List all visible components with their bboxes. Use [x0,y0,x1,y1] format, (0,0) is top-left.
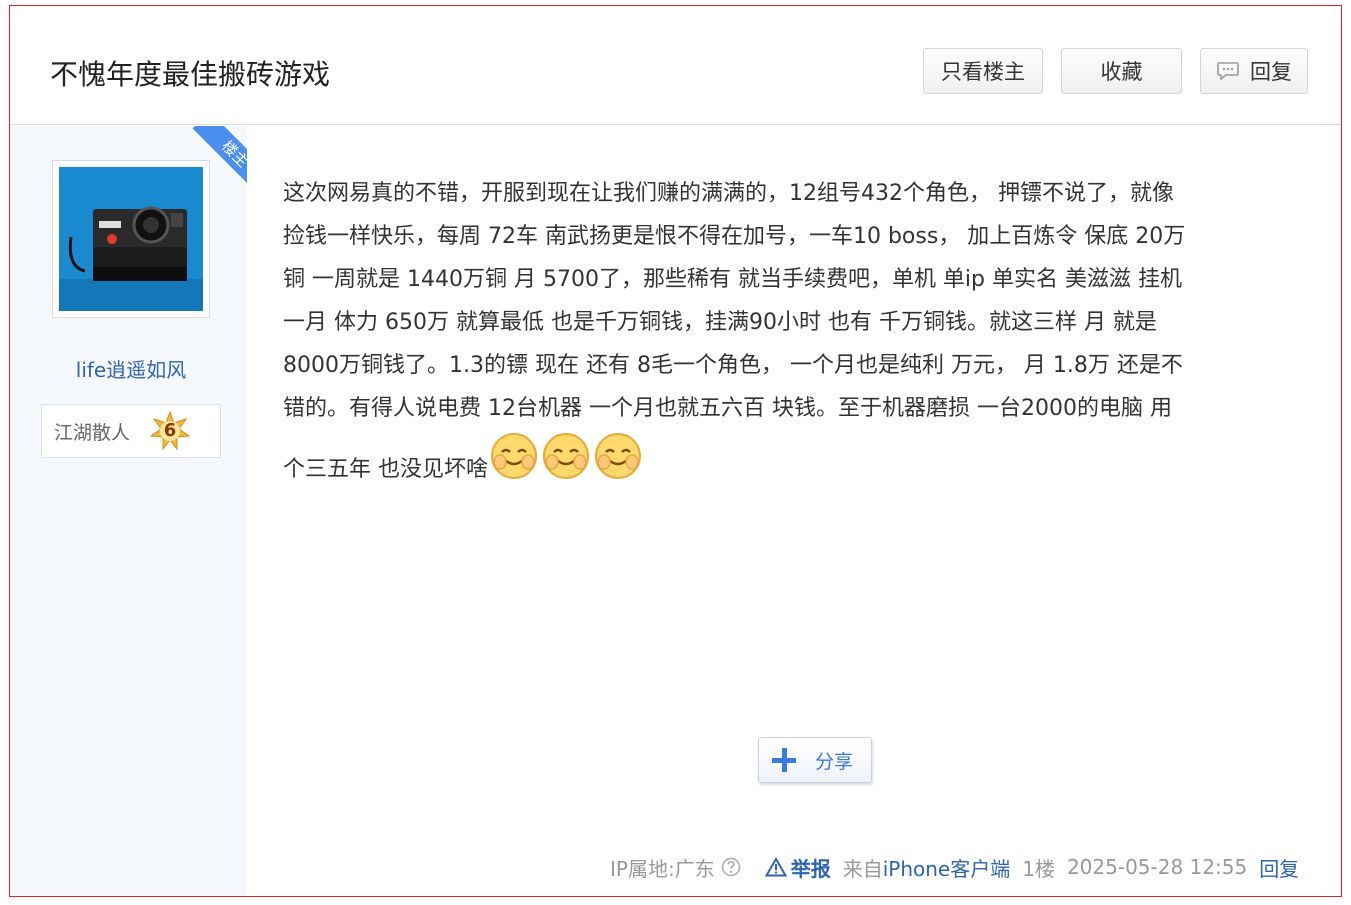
warning-icon[interactable] [764,856,787,877]
plus-icon [771,747,797,773]
reply-button[interactable]: 回复 [1200,48,1308,94]
content-line-last: 个三五年 也没见坏啥 [283,430,1303,502]
favorite-button[interactable]: 收藏 [1061,48,1182,94]
content-line: 8000万铜钱了。1.3的镖 现在 还有 8毛一个角色， 一个月也是纯利 万元，… [283,353,1183,378]
author-rank[interactable]: 江湖散人 6 [41,404,221,458]
content-line: 错的。有得人说电费 12台机器 一个月也就五六百 块钱。至于机器磨损 一台200… [283,396,1172,421]
share-button[interactable]: 分享 [758,737,872,783]
thread-title: 不愧年度最佳搬砖游戏 [50,58,331,91]
content-line: 铜 一周就是 1440万铜 月 5700了，那些稀有 就当手续费吧，单机 单ip… [283,267,1182,292]
client-link[interactable]: iPhone客户端 [883,853,1011,882]
post-frame: 不愧年度最佳搬砖游戏 只看楼主 收藏 回复 楼主 life逍遥如风 江湖散人 6… [9,5,1342,897]
level-number: 6 [163,420,177,441]
post-footer: IP属地:广东 举报 来自 iPhone客户端 1楼 2025-05-28 12… [610,852,1299,882]
ip-location: IP属地:广东 [610,856,715,881]
floor-number: 1楼 [1022,856,1055,881]
camera-avatar-image [59,167,203,311]
only-op-button[interactable]: 只看楼主 [923,48,1043,94]
rank-title: 江湖散人 [54,421,131,444]
author-name[interactable]: life逍遥如风 [10,354,252,383]
content-line: 个三五年 也没见坏啥 [283,457,488,482]
reply-link[interactable]: 回复 [1259,853,1299,882]
level-badge: 6 [150,411,191,451]
post-timestamp: 2025-05-28 12:55 [1066,855,1248,879]
report-link[interactable]: 举报 [791,853,831,882]
comment-icon [1216,61,1240,81]
content-line: 捡钱一样快乐，每周 72车 南武扬更是恨不得在加号，一车10 boss， 加上百… [283,224,1186,249]
post-content: 这次网易真的不错，开服到现在让我们赚的满满的，12组号432个角色， 押镖不说了… [283,172,1303,502]
source-label: 来自 [842,856,883,881]
thread-header: 不愧年度最佳搬砖游戏 只看楼主 收藏 回复 [10,21,1341,125]
avatar-frame[interactable] [52,160,210,318]
smile-emoticon-icon [540,430,592,482]
content-line: 这次网易真的不错，开服到现在让我们赚的满满的，12组号432个角色， 押镖不说了… [283,181,1174,206]
share-label: 分享 [815,750,854,773]
author-sidebar: 楼主 life逍遥如风 江湖散人 6 [10,126,247,896]
content-line: 一月 体力 650万 就算最低 也是千万铜钱，挂满90小时 也有 千万铜钱。就这… [283,310,1157,335]
help-icon[interactable] [721,857,741,877]
smile-emoticon-icon [592,430,644,482]
reply-button-label: 回复 [1250,60,1292,84]
avatar[interactable] [59,167,203,311]
smile-emoticon-icon [488,430,540,482]
